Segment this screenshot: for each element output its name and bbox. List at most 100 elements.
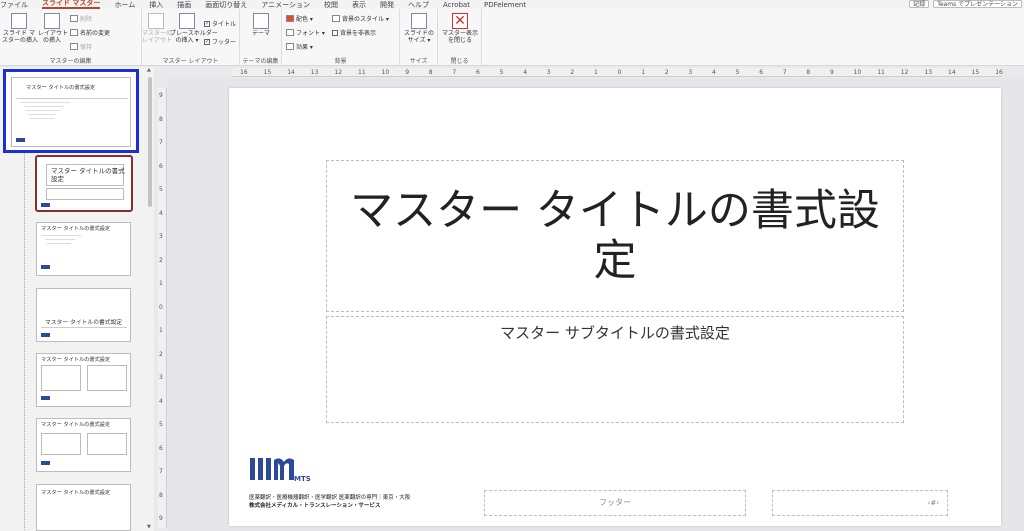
close-master-view-label: マスター表示 を閉じる <box>441 30 478 44</box>
group-label-close: 閉じる <box>450 58 469 65</box>
scroll-up-icon[interactable]: ▲ <box>147 67 151 73</box>
ruler-tick-label: 4 <box>523 69 528 76</box>
thumbnail-scrollbar[interactable]: ▲ ▼ <box>146 67 154 531</box>
ruler-tick-label: 16 <box>240 69 248 76</box>
ruler-tick-label: 6 <box>759 69 764 76</box>
thumbnail-title: マスター タイトルの書式設定 <box>45 320 123 326</box>
insert-layout-button[interactable]: レイアウト の挿入 <box>38 13 68 44</box>
ruler-tick-label: 11 <box>358 69 366 76</box>
thumbnail-logo <box>41 203 50 207</box>
slide-size-label: スライドの サイズ ▾ <box>403 30 434 44</box>
title-check-label: タイトル <box>212 21 237 28</box>
thumbnail-title: マスター タイトルの書式設定 <box>41 422 111 428</box>
slide-size-icon <box>411 13 427 29</box>
thumbnail-text-line <box>28 114 56 115</box>
ruler-tick-label: 6 <box>159 162 163 170</box>
group-close: ✕ マスター表示 を閉じる 閉じる <box>438 9 482 66</box>
ruler-tick-label: 4 <box>159 209 163 217</box>
group-size: スライドの サイズ ▾ サイズ <box>400 9 438 66</box>
close-master-view-button[interactable]: ✕ マスター表示 を閉じる <box>440 13 480 44</box>
ruler-tick-label: 7 <box>452 69 457 76</box>
ruler-tick-label: 0 <box>617 69 622 76</box>
insert-placeholder-button[interactable]: プレースホルダー の挿入 ▾ <box>170 13 218 44</box>
footer-checkbox[interactable]: ✓ フッター <box>204 37 236 46</box>
thumbnail-divider <box>16 98 128 99</box>
ruler-tick-label: 16 <box>995 69 1003 76</box>
master-title-placeholder[interactable]: マスター タイトルの書式設定 <box>326 160 904 312</box>
colors-label: 配色 ▾ <box>296 16 313 23</box>
rename-icon <box>70 29 78 36</box>
ruler-tick-label: 3 <box>159 233 163 240</box>
group-label-master-layout: マスター レイアウト <box>162 58 219 65</box>
ruler-tick-label: 9 <box>159 92 163 99</box>
fonts-label: フォント ▾ <box>296 30 325 37</box>
layout-thumbnail-title-only[interactable]: マスター タイトルの書式設定 <box>36 484 131 531</box>
preserve-label: 保持 <box>80 44 93 51</box>
delete-icon <box>70 15 78 22</box>
master-subtitle-placeholder[interactable]: マスター サブタイトルの書式設定 <box>326 316 904 423</box>
delete-label: 削除 <box>80 16 93 23</box>
thumbnail-content-box <box>41 365 81 391</box>
checkbox-unchecked-icon <box>332 29 338 36</box>
record-button[interactable]: 記録 <box>909 0 930 8</box>
thumbnail-text-line <box>47 243 71 244</box>
effects-label: 効果 ▾ <box>296 44 313 51</box>
background-styles-label: 背景のスタイル ▾ <box>342 16 389 23</box>
layout-thumbnail-section-header[interactable]: マスター タイトルの書式設定 <box>36 288 131 342</box>
thumbnail-content-box <box>41 433 81 455</box>
mts-logo-icon: MTS <box>250 458 311 483</box>
ruler-tick-label: 5 <box>159 186 163 193</box>
layout-thumbnail-title-content[interactable]: マスター タイトルの書式設定 <box>36 222 131 276</box>
slide-size-button[interactable]: スライドの サイズ ▾ <box>403 13 435 44</box>
thumbnail-title: マスター タイトルの書式 設定 <box>51 167 125 183</box>
ruler-tick-label: 4 <box>159 397 163 405</box>
ruler-tick-label: 7 <box>782 69 787 76</box>
scrollbar-thumb[interactable] <box>148 77 152 207</box>
slide-master-thumbnail[interactable]: マスター タイトルの書式設定 <box>3 69 139 153</box>
delete-button[interactable]: 削除 <box>70 14 92 23</box>
ribbon-tab-bar: ファイル スライド マスター ホーム 挿入 描画 画面切り替え アニメーション 校閲 表示 開発ヘ… <box>0 0 1024 9</box>
ruler-tick-label: 12 <box>334 69 343 76</box>
slide-number-placeholder[interactable]: ‹#› <box>772 490 948 516</box>
ribbon-tab[interactable]: Acrobat <box>443 1 470 9</box>
colors-button[interactable]: 配色 ▾ <box>286 14 313 23</box>
insert-slide-master-button[interactable]: スライド マ スターの挿入 <box>2 13 38 44</box>
fonts-button[interactable]: フォント ▾ <box>286 28 325 37</box>
footer-check-label: フッター <box>212 39 237 46</box>
scroll-down-icon[interactable]: ▼ <box>147 524 151 530</box>
thumbnail-text-line <box>41 235 81 236</box>
ruler-tick-label: 7 <box>159 468 163 475</box>
ruler-tick-label: 2 <box>159 350 163 358</box>
title-checkbox[interactable]: ✓ タイトル <box>204 19 236 28</box>
teams-present-button[interactable]: Teams でプレゼンテーション <box>933 0 1022 8</box>
thumbnail-logo <box>41 333 50 337</box>
rename-button[interactable]: 名前の変更 <box>70 28 110 37</box>
ruler-tick-label: 14 <box>948 69 956 76</box>
thumbnail-content-box <box>87 433 127 455</box>
background-styles-button[interactable]: 背景のスタイル ▾ <box>332 14 389 23</box>
company-tagline: 医薬翻訳・医療機器翻訳・医学翻訳 医薬翻訳の専門｜東京・大阪 株式会社メディカル… <box>249 494 410 510</box>
ruler-tick-label: 9 <box>159 515 163 522</box>
thumbnail-title: マスター タイトルの書式設定 <box>41 490 111 496</box>
hide-background-checkbox[interactable]: 背景を非表示 <box>332 28 376 37</box>
ribbon-tab[interactable]: スライド マスター <box>42 0 101 9</box>
master-layout-button[interactable]: マスターの レイアウト <box>142 13 172 44</box>
themes-button[interactable]: テーマ <box>247 13 275 37</box>
layout-thumbnail-title-slide[interactable]: マスター タイトルの書式 設定 <box>35 155 133 212</box>
effects-button[interactable]: 効果 ▾ <box>286 42 313 51</box>
fonts-icon <box>286 29 294 36</box>
ruler-tick-label: 11 <box>877 69 885 76</box>
master-thumbnail-title: マスター タイトルの書式設定 <box>26 85 96 91</box>
ruler-tick-label: 8 <box>159 491 163 499</box>
layout-thumbnail-two-content[interactable]: マスター タイトルの書式設定 <box>36 353 131 407</box>
layout-thumbnail-comparison[interactable]: マスター タイトルの書式設定 <box>36 418 131 472</box>
preserve-button[interactable]: 保持 <box>70 42 92 51</box>
thumbnail-text-line <box>30 118 54 119</box>
rename-label: 名前の変更 <box>80 30 111 37</box>
thumbnail-logo <box>41 265 50 269</box>
ruler-tick-label: 1 <box>594 69 598 76</box>
thumbnail-title: マスター タイトルの書式設定 <box>41 226 111 232</box>
footer-placeholder[interactable]: フッター <box>484 490 746 516</box>
master-title-text: マスター タイトルの書式設定 <box>350 186 880 286</box>
ribbon-tab[interactable]: PDFelement <box>484 1 526 9</box>
